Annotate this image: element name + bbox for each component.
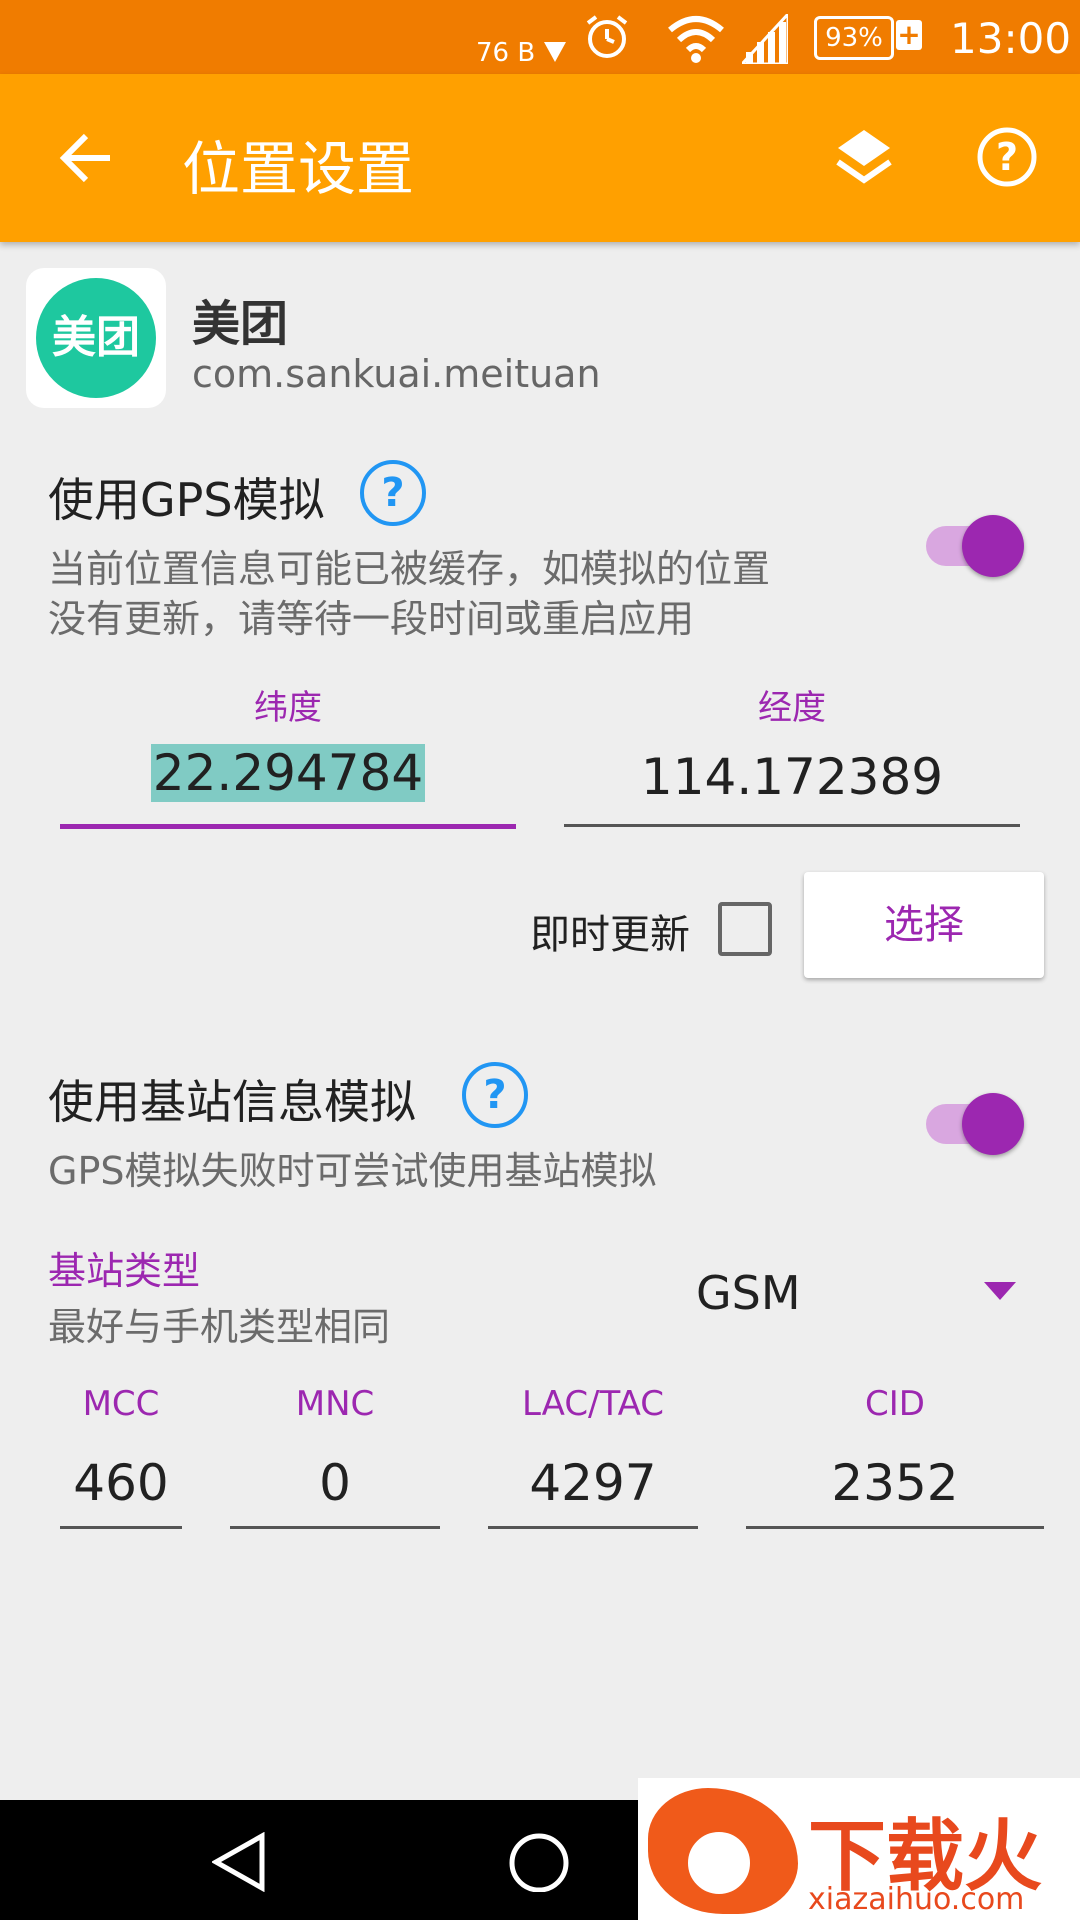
latitude-underline [60,824,516,829]
app-name: 美团 [192,296,289,352]
lac-label: LAC/TAC [521,1384,665,1424]
cell-type-value: GSM [696,1266,801,1320]
cell-type-dropdown[interactable]: GSM [680,1250,1030,1340]
battery-indicator: 93% [814,16,894,60]
watermark-logo: 下载火 xiazaihuo.com [638,1778,1080,1920]
gps-help-icon[interactable]: ? [360,460,426,526]
latitude-input[interactable]: 22.294784 [60,744,516,830]
cell-type-label: 基站类型 [48,1249,201,1293]
mcc-label: MCC [82,1384,160,1424]
lac-underline [488,1526,698,1529]
back-arrow-icon[interactable] [58,130,114,186]
longitude-input[interactable]: 114.172389 [564,748,1020,806]
cell-toggle[interactable] [926,1090,1026,1160]
instant-update-label: 即时更新 [530,912,690,958]
gps-description: 当前位置信息可能已被缓存，如模拟的位置 没有更新，请等待一段时间或重启应用 [48,544,908,644]
cell-type-hint: 最好与手机类型相同 [48,1305,391,1349]
cid-label: CID [865,1384,925,1424]
latitude-label: 纬度 [254,688,322,728]
disc-icon [678,1822,760,1904]
gps-description-line1: 当前位置信息可能已被缓存，如模拟的位置 [48,547,771,591]
select-location-button[interactable]: 选择 [804,872,1044,978]
gps-section-title: 使用GPS模拟 [48,473,325,527]
cid-underline [746,1526,1044,1529]
cid-input[interactable]: 2352 [746,1454,1044,1512]
wifi-icon [668,16,724,63]
dropdown-arrow-icon [984,1282,1016,1300]
toolbar: 位置设置 ? [0,74,1080,242]
network-speed: 76 B [476,38,536,68]
gps-toggle[interactable] [926,512,1026,582]
app-package: com.sankuai.meituan [192,352,601,396]
mnc-input[interactable]: 0 [230,1454,440,1512]
cell-section-title: 使用基站信息模拟 [48,1075,416,1129]
cell-description: GPS模拟失败时可尝试使用基站模拟 [48,1149,657,1193]
nav-back-icon[interactable] [212,1832,266,1892]
latitude-value: 22.294784 [150,744,426,802]
app-icon-logo: 美团 [36,278,156,398]
mcc-underline [60,1526,182,1529]
lac-input[interactable]: 4297 [488,1454,698,1512]
mnc-label: MNC [295,1384,375,1424]
download-arrow-icon [544,42,566,62]
alarm-icon [586,15,628,58]
instant-update-checkbox[interactable] [718,902,772,956]
cell-toggle-thumb [962,1093,1024,1155]
svg-text:?: ? [996,135,1018,179]
status-bar: 76 B 93% + 13:00 [0,0,1080,74]
gps-toggle-thumb [962,515,1024,577]
help-circle-icon[interactable]: ? [976,126,1038,188]
page-title: 位置设置 [182,135,415,203]
charging-icon: + [896,18,922,51]
clock: 13:00 [950,14,1072,63]
gps-description-line2: 没有更新，请等待一段时间或重启应用 [48,597,695,641]
layers-icon[interactable] [834,126,894,188]
cell-help-icon[interactable]: ? [462,1062,528,1128]
nav-home-icon[interactable] [506,1830,572,1892]
watermark-url: xiazaihuo.com [808,1882,1025,1917]
longitude-underline [564,824,1020,827]
longitude-label: 经度 [758,688,826,728]
app-icon: 美团 [26,268,166,408]
mcc-input[interactable]: 460 [60,1454,182,1512]
cellular-signal-icon [742,14,788,64]
mnc-underline [230,1526,440,1529]
